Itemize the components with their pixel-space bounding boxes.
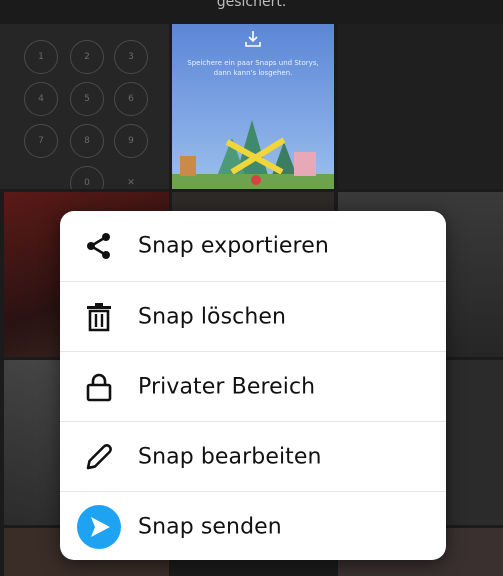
- keypad-key: 6: [114, 82, 148, 116]
- media-tile[interactable]: [338, 24, 503, 189]
- menu-item-private-area[interactable]: Privater Bereich: [60, 351, 446, 421]
- share-icon: [82, 229, 116, 263]
- trash-icon: [82, 300, 116, 334]
- menu-item-export-snap[interactable]: Snap exportieren: [60, 211, 446, 281]
- lock-icon: [82, 370, 116, 404]
- menu-item-label: Snap exportieren: [138, 233, 329, 259]
- keypad-key: 7: [24, 124, 58, 158]
- menu-item-delete-snap[interactable]: Snap löschen: [60, 281, 446, 351]
- menu-item-edit-snap[interactable]: Snap bearbeiten: [60, 421, 446, 491]
- keypad-key: 9: [114, 124, 148, 158]
- keypad-key: 8: [70, 124, 104, 158]
- passcode-keypad-tile[interactable]: 1 2 3 4 5 6 7 8 9 0 ✕: [0, 24, 169, 189]
- menu-item-label: Privater Bereich: [138, 374, 316, 399]
- keypad-key: 0: [70, 166, 104, 189]
- keypad-key: 5: [70, 82, 104, 116]
- menu-item-label: Snap löschen: [138, 304, 287, 329]
- memories-preview-tile[interactable]: Speichere ein paar Snaps und Storys, dan…: [172, 24, 334, 189]
- keypad-key: 2: [70, 40, 104, 74]
- keypad-key: 4: [24, 82, 58, 116]
- keypad-key: 1: [24, 40, 58, 74]
- menu-item-label: Snap bearbeiten: [138, 444, 322, 469]
- saved-notice-text: gesichert.: [216, 0, 287, 10]
- keypad-key: 3: [114, 40, 148, 74]
- send-icon: [77, 504, 121, 549]
- menu-item-send-snap[interactable]: Snap senden: [60, 491, 446, 560]
- download-icon: [245, 31, 261, 47]
- snap-context-menu: Snap exportieren Snap löschen Privater B…: [60, 211, 446, 560]
- menu-item-label: Snap senden: [138, 514, 282, 539]
- preview-hint-text: Speichere ein paar Snaps und Storys, dan…: [187, 59, 319, 77]
- illustration: [172, 120, 334, 189]
- pencil-icon: [82, 440, 116, 474]
- keypad-key: ✕: [127, 178, 135, 188]
